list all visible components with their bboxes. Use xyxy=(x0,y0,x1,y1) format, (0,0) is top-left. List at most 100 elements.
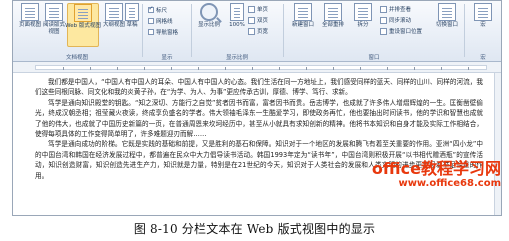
outline-icon xyxy=(105,3,123,21)
page-width-icon xyxy=(248,27,255,35)
switch-windows-icon xyxy=(438,3,456,21)
reset-window-button[interactable]: 重设窗口位置 xyxy=(380,27,422,35)
one-page-label: 单页 xyxy=(257,7,269,13)
gridlines-label: 网格线 xyxy=(156,19,173,25)
one-page-button[interactable]: 单页 xyxy=(248,5,268,13)
ruler-label: 标尺 xyxy=(156,8,168,14)
navigation-pane-label: 导航窗格 xyxy=(156,30,179,36)
reset-window-label: 重设窗口位置 xyxy=(389,29,423,35)
ribbon-view-tab: 页面视图 阅读版式 视图 Web 版式视图 大纲视图 草稿 文档视图 ✓ 标尺 … xyxy=(13,1,501,62)
gridlines-checkbox[interactable]: 网格线 xyxy=(148,17,173,25)
ruler-tick xyxy=(252,67,253,70)
arrange-all-label: 全部重排 xyxy=(321,22,344,28)
ruler-tick xyxy=(90,67,91,70)
split-label: 拆分 xyxy=(357,22,369,28)
view-side-by-side-label: 并排查看 xyxy=(389,7,412,13)
ruler-tick xyxy=(306,67,307,70)
ribbon-separator xyxy=(142,4,143,57)
watermark-title: office教程学习网 xyxy=(371,159,501,178)
watermark: office教程学习网 www.office68.com xyxy=(372,160,501,190)
ruler-tick xyxy=(414,67,415,70)
view-side-by-side-button[interactable]: 并排查看 xyxy=(380,5,411,13)
draft-button[interactable]: 草稿 xyxy=(123,3,141,29)
checkbox-unchecked-icon xyxy=(148,18,154,24)
document-body[interactable]: 我们都是中国人，“中国人有中国人的耳朵、中国人有中国人的心态。我们生活在同一方地… xyxy=(35,77,483,215)
figure-caption: 图 8-10 分栏文本在 Web 版式视图中的显示 xyxy=(133,222,376,236)
zoom-100-label: 100% xyxy=(229,22,245,28)
doc-views-group: 页面视图 阅读版式 视图 Web 版式视图 大纲视图 草稿 文档视图 xyxy=(13,1,139,62)
ruler-tick xyxy=(144,67,145,70)
zoom-group-title: 显示比例 xyxy=(225,55,248,61)
ruler-tick xyxy=(171,67,172,70)
two-pages-label: 双页 xyxy=(257,18,269,24)
checkbox-unchecked-icon xyxy=(148,29,154,35)
ruler-tick xyxy=(225,67,226,70)
new-window-button[interactable]: 新建窗口 xyxy=(290,3,316,29)
sync-scroll-icon xyxy=(380,16,387,24)
web-layout-label: Web 版式视图 xyxy=(65,23,101,29)
ruler-track xyxy=(35,65,487,70)
paragraph: 我们都是中国人，“中国人有中国人的耳朵、中国人有中国人的心态。我们生活在同一方地… xyxy=(35,78,483,97)
vertical-scrollbar[interactable] xyxy=(494,73,501,215)
split-button[interactable]: 拆分 xyxy=(350,3,376,29)
new-window-label: 新建窗口 xyxy=(291,22,314,28)
ruler-tick xyxy=(198,67,199,70)
full-screen-reading-button[interactable]: 阅读版式 视图 xyxy=(41,3,67,36)
paragraph: 笃学是通向知识殿堂的钥匙。“知之深切、方能行之自觉”贫者因书而富，富者因书而贵。… xyxy=(35,98,483,139)
ruler-tick xyxy=(387,67,388,70)
macros-label: 宏 xyxy=(480,22,486,28)
zoom-100-icon xyxy=(230,3,244,21)
full-screen-reading-label: 阅读版式 视图 xyxy=(42,22,65,35)
navigation-pane-checkbox[interactable]: 导航窗格 xyxy=(148,28,178,36)
draft-icon xyxy=(125,3,139,21)
ruler-tick xyxy=(117,67,118,70)
print-layout-label: 页面视图 xyxy=(18,22,41,28)
ruler-tick xyxy=(63,67,64,70)
draft-label: 草稿 xyxy=(126,22,138,28)
doc-views-group-title: 文档视图 xyxy=(65,55,88,61)
horizontal-ruler[interactable] xyxy=(13,62,501,73)
ribbon-separator xyxy=(283,4,284,57)
two-pages-button[interactable]: 双页 xyxy=(248,16,268,24)
macros-button[interactable]: 宏 xyxy=(470,3,496,29)
arrange-all-button[interactable]: 全部重排 xyxy=(320,3,346,29)
new-window-icon xyxy=(294,3,312,21)
zoom-100-button[interactable]: 100% xyxy=(224,3,250,29)
split-icon xyxy=(354,3,372,21)
window-group: 新建窗口 全部重排 拆分 并排查看 同步滚动 重设窗口位置 切换窗口 窗口 xyxy=(286,1,462,62)
ruler-tick xyxy=(279,67,280,70)
watermark-url: www.office68.com xyxy=(398,178,501,189)
page-width-button[interactable]: 页宽 xyxy=(248,27,268,35)
ribbon-separator xyxy=(191,4,192,57)
sync-scroll-label: 同步滚动 xyxy=(389,18,412,24)
two-pages-icon xyxy=(248,16,255,24)
show-group-title: 显示 xyxy=(161,55,173,61)
macro-group-title: 宏 xyxy=(480,55,486,61)
checkbox-checked-icon xyxy=(148,5,154,13)
outline-label: 大纲视图 xyxy=(102,22,125,28)
ruler-tick xyxy=(441,67,442,70)
print-layout-button[interactable]: 页面视图 xyxy=(17,3,43,29)
page-width-label: 页宽 xyxy=(257,29,269,35)
full-screen-reading-icon xyxy=(45,3,63,21)
arrange-all-icon xyxy=(324,3,342,21)
ruler-tick xyxy=(360,67,361,70)
macro-icon xyxy=(474,3,492,21)
ruler-tick xyxy=(333,67,334,70)
macro-group: 宏 宏 xyxy=(467,1,499,62)
print-layout-icon xyxy=(21,3,39,21)
one-page-icon xyxy=(248,5,255,13)
zoom-button[interactable]: 显示比例 xyxy=(196,3,222,29)
switch-windows-label: 切换窗口 xyxy=(435,22,458,28)
magnifier-icon xyxy=(200,3,218,21)
sync-scroll-button[interactable]: 同步滚动 xyxy=(380,16,411,24)
zoom-group: 显示比例 100% 单页 双页 页宽 显示比例 xyxy=(194,1,280,62)
ruler-checkbox[interactable]: 标尺 xyxy=(148,5,168,14)
web-layout-button[interactable]: Web 版式视图 xyxy=(65,3,101,47)
ruler-tick xyxy=(468,67,469,70)
show-group: 标尺 网格线 导航窗格 显示 xyxy=(145,1,189,62)
reset-window-icon xyxy=(380,27,387,35)
web-layout-icon xyxy=(74,4,92,22)
switch-windows-button[interactable]: 切换窗口 xyxy=(434,3,460,29)
window-group-title: 窗口 xyxy=(368,55,380,61)
